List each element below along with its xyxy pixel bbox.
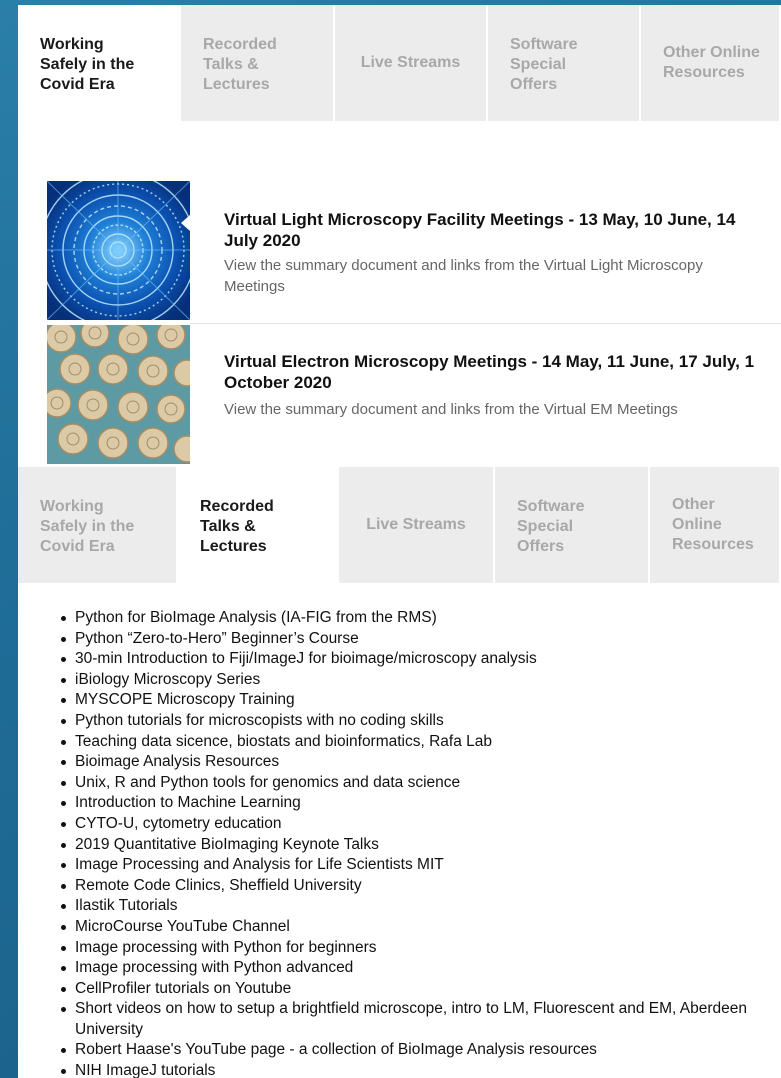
resource-link[interactable]: Image processing with Python for beginne… — [75, 939, 377, 956]
list-item[interactable]: Python tutorials for microscopists with … — [58, 711, 768, 732]
article-title[interactable]: Virtual Electron Microscopy Meetings - 1… — [224, 351, 764, 393]
list-item[interactable]: Robert Haase's YouTube page - a collecti… — [58, 1040, 768, 1061]
diatom-cells-image[interactable] — [47, 325, 190, 464]
tab-label-line: Software — [517, 498, 585, 515]
tab-label-line: Offers — [510, 76, 558, 93]
tab-label: Live Streams — [366, 516, 466, 533]
tab-label-line: Special — [510, 56, 567, 73]
list-item[interactable]: Python for BioImage Analysis (IA-FIG fro… — [58, 608, 768, 629]
tab-recorded-talks[interactable]: Recorded Talks & Lectures — [178, 467, 339, 583]
tab-label-line: Covid Era — [40, 538, 115, 555]
tab-bar-top: Working Safely in the Covid Era Recorded… — [18, 5, 781, 121]
resource-link[interactable]: CellProfiler tutorials on Youtube — [75, 980, 291, 997]
tab-label-line: Offers — [517, 538, 565, 555]
list-item[interactable]: 30-min Introduction to Fiji/ImageJ for b… — [58, 649, 768, 670]
resource-link[interactable]: Ilastik Tutorials — [75, 897, 178, 914]
resource-link[interactable]: iBiology Microscopy Series — [75, 671, 260, 688]
tab-label-line: Talks & — [203, 56, 259, 73]
tab-working-safely[interactable]: Working Safely in the Covid Era — [18, 5, 181, 121]
resource-link[interactable]: MYSCOPE Microscopy Training — [75, 691, 295, 708]
list-item[interactable]: MicroCourse YouTube Channel — [58, 917, 768, 938]
resource-link[interactable]: Bioimage Analysis Resources — [75, 753, 279, 770]
tab-label-line: Lectures — [200, 538, 267, 555]
list-item[interactable]: Short videos on how to setup a brightfie… — [58, 999, 768, 1040]
resource-list: Python for BioImage Analysis (IA-FIG fro… — [58, 608, 768, 1078]
tab-label-line: Special — [517, 518, 574, 535]
resource-link[interactable]: Remote Code Clinics, Sheffield Universit… — [75, 877, 362, 894]
resource-link[interactable]: 2019 Quantitative BioImaging Keynote Tal… — [75, 836, 379, 853]
resource-link[interactable]: Robert Haase's YouTube page - a collecti… — [75, 1041, 597, 1058]
tab-live-streams[interactable]: Live Streams — [339, 467, 495, 583]
tab-label-line: Talks & — [200, 518, 256, 535]
resource-link[interactable]: Python tutorials for microscopists with … — [75, 712, 444, 729]
list-item[interactable]: CellProfiler tutorials on Youtube — [58, 979, 768, 1000]
list-item[interactable]: Unix, R and Python tools for genomics an… — [58, 773, 768, 794]
list-item[interactable]: Bioimage Analysis Resources — [58, 752, 768, 773]
tab-label-line: Resources — [672, 536, 754, 553]
resource-link[interactable]: MicroCourse YouTube Channel — [75, 918, 290, 935]
tab-label-line: Resources — [663, 64, 745, 81]
tab-label-line: Recorded — [203, 36, 277, 53]
tab-label-line: Safely in the — [40, 518, 135, 535]
list-item[interactable]: Teaching data sicence, biostats and bioi… — [58, 732, 768, 753]
list-item[interactable]: Ilastik Tutorials — [58, 896, 768, 917]
tab-label-line: Other Online — [672, 496, 722, 533]
list-item[interactable]: Introduction to Machine Learning — [58, 793, 768, 814]
tab-label-line: Safely in the — [40, 56, 135, 73]
tab-other-resources[interactable]: Other Online Resources — [641, 5, 781, 121]
article-electron-microscopy[interactable]: Virtual Electron Microscopy Meetings - 1… — [47, 325, 781, 464]
list-item[interactable]: NIH ImageJ tutorials — [58, 1061, 768, 1078]
resource-link[interactable]: CYTO-U, cytometry education — [75, 815, 281, 832]
tab-label-line: Other Online — [663, 44, 760, 61]
tab-software-offers[interactable]: Software Special Offers — [495, 467, 650, 583]
tab-label-line: Covid Era — [40, 76, 115, 93]
article-summary: View the summary document and links from… — [224, 257, 703, 295]
content-panel: Working Safely in the Covid Era Recorded… — [18, 5, 781, 1078]
resource-link[interactable]: Python for BioImage Analysis (IA-FIG fro… — [75, 609, 437, 626]
tab-label-line: Lectures — [203, 76, 270, 93]
tab-working-safely[interactable]: Working Safely in the Covid Era — [18, 467, 178, 583]
resource-link[interactable]: Introduction to Machine Learning — [75, 794, 301, 811]
resource-link[interactable]: Short videos on how to setup a brightfie… — [75, 1000, 747, 1038]
tab-recorded-talks[interactable]: Recorded Talks & Lectures — [181, 5, 335, 121]
tab-label-line: Software — [510, 36, 578, 53]
article-divider — [190, 323, 781, 324]
resource-link[interactable]: Python “Zero-to-Hero” Beginner’s Course — [75, 630, 359, 647]
tab-software-offers[interactable]: Software Special Offers — [488, 5, 641, 121]
list-item[interactable]: iBiology Microscopy Series — [58, 670, 768, 691]
tab-label-line: Working — [40, 498, 104, 515]
resource-link[interactable]: Image processing with Python advanced — [75, 959, 353, 976]
resource-link[interactable]: 30-min Introduction to Fiji/ImageJ for b… — [75, 650, 537, 667]
tab-label-line: Working — [40, 36, 104, 53]
blue-mandala-image[interactable] — [47, 181, 190, 320]
list-item[interactable]: MYSCOPE Microscopy Training — [58, 690, 768, 711]
list-item[interactable]: CYTO-U, cytometry education — [58, 814, 768, 835]
list-item[interactable]: Remote Code Clinics, Sheffield Universit… — [58, 876, 768, 897]
tab-label: Live Streams — [360, 54, 461, 71]
tab-other-resources[interactable]: Other Online Resources — [650, 467, 781, 583]
list-item[interactable]: 2019 Quantitative BioImaging Keynote Tal… — [58, 835, 768, 856]
article-light-microscopy[interactable]: Virtual Light Microscopy Facility Meetin… — [47, 181, 781, 323]
tab-live-streams[interactable]: Live Streams — [335, 5, 488, 121]
tab-bar-bottom: Working Safely in the Covid Era Recorded… — [18, 467, 781, 583]
resource-link[interactable]: Teaching data sicence, biostats and bioi… — [75, 733, 492, 750]
resource-link[interactable]: Unix, R and Python tools for genomics an… — [75, 774, 460, 791]
resource-link[interactable]: NIH ImageJ tutorials — [75, 1062, 215, 1078]
list-item[interactable]: Image processing with Python for beginne… — [58, 938, 768, 959]
resource-link[interactable]: Image Processing and Analysis for Life S… — [75, 856, 444, 873]
article-summary: View the summary document and links from… — [224, 401, 678, 418]
article-title[interactable]: Virtual Light Microscopy Facility Meetin… — [224, 209, 764, 251]
list-item[interactable]: Image processing with Python advanced — [58, 958, 768, 979]
list-item[interactable]: Python “Zero-to-Hero” Beginner’s Course — [58, 629, 768, 650]
list-item[interactable]: Image Processing and Analysis for Life S… — [58, 855, 768, 876]
tab-label-line: Recorded — [200, 498, 274, 515]
